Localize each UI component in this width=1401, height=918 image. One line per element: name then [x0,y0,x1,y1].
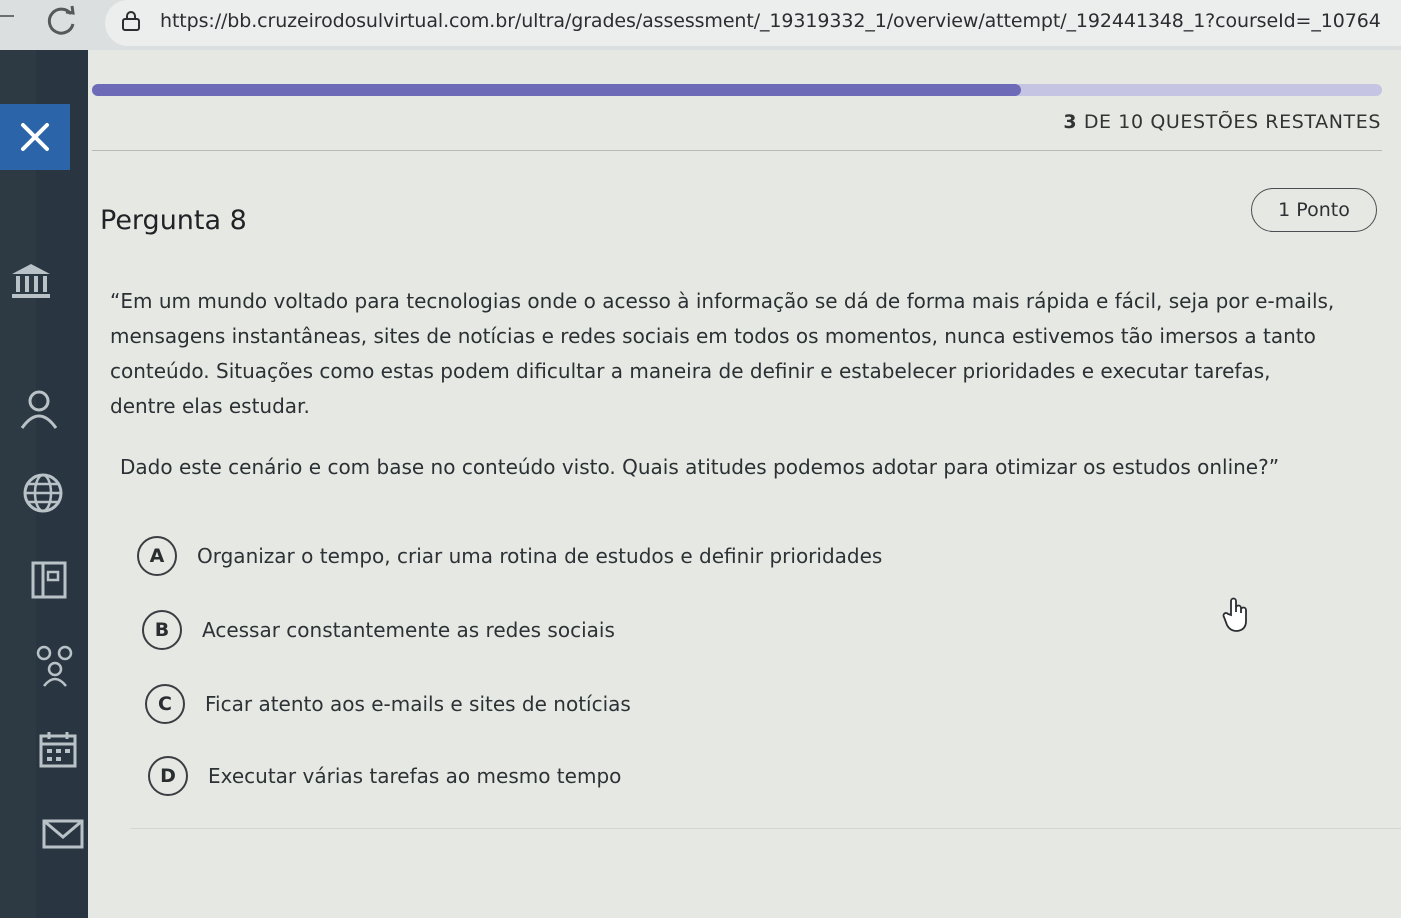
points-badge: 1 Ponto [1251,188,1377,232]
reload-icon[interactable] [44,4,78,38]
option-b[interactable]: B Acessar constantemente as redes sociai… [142,610,615,650]
option-letter[interactable]: D [148,756,188,796]
questions-remaining: 3 DE 10 QUESTÕES RESTANTES [1063,111,1381,133]
bottom-divider [130,828,1401,829]
courses-icon[interactable] [30,560,68,600]
question-text-line: mensagens instantâneas, sites de notícia… [110,324,1316,348]
option-a[interactable]: A Organizar o tempo, criar uma rotina de… [137,536,882,576]
question-prompt: Dado este cenário e com base no conteúdo… [120,455,1280,479]
option-letter[interactable]: B [142,610,182,650]
progress-bar [92,84,1382,96]
question-text: “Em um mundo voltado para tecnologias on… [110,284,1370,424]
option-label[interactable]: Executar várias tarefas ao mesmo tempo [208,764,621,788]
header-divider [92,150,1382,151]
profile-icon[interactable] [18,388,60,430]
option-label[interactable]: Acessar constantemente as redes sociais [202,618,615,642]
remaining-label: DE 10 QUESTÕES RESTANTES [1083,111,1381,133]
question-text-line: dentre elas estudar. [110,394,310,418]
window-minimize-icon[interactable] [0,15,14,17]
close-button[interactable] [0,104,70,170]
institution-icon[interactable] [10,262,52,300]
option-letter[interactable]: C [145,684,185,724]
browser-address-bar: https://bb.cruzeirodosulvirtual.com.br/u… [0,0,1401,50]
calendar-icon[interactable] [38,730,78,770]
close-icon [21,123,49,151]
hand-cursor-icon [1222,597,1247,632]
lock-icon[interactable] [120,10,142,32]
question-title: Pergunta 8 [100,205,247,236]
option-d[interactable]: D Executar várias tarefas ao mesmo tempo [148,756,621,796]
messages-icon[interactable] [42,818,84,850]
option-letter[interactable]: A [137,536,177,576]
groups-icon[interactable] [34,644,76,688]
question-text-line: “Em um mundo voltado para tecnologias on… [110,289,1335,313]
option-label[interactable]: Organizar o tempo, criar uma rotina de e… [197,544,882,568]
globe-icon[interactable] [22,472,64,514]
progress-bar-fill [92,84,1021,96]
remaining-count: 3 [1063,111,1078,133]
option-label[interactable]: Ficar atento aos e-mails e sites de notí… [205,692,631,716]
option-c[interactable]: C Ficar atento aos e-mails e sites de no… [145,684,631,724]
url-text[interactable]: https://bb.cruzeirodosulvirtual.com.br/u… [160,10,1381,32]
question-text-line: conteúdo. Situações como estas podem dif… [110,359,1271,383]
